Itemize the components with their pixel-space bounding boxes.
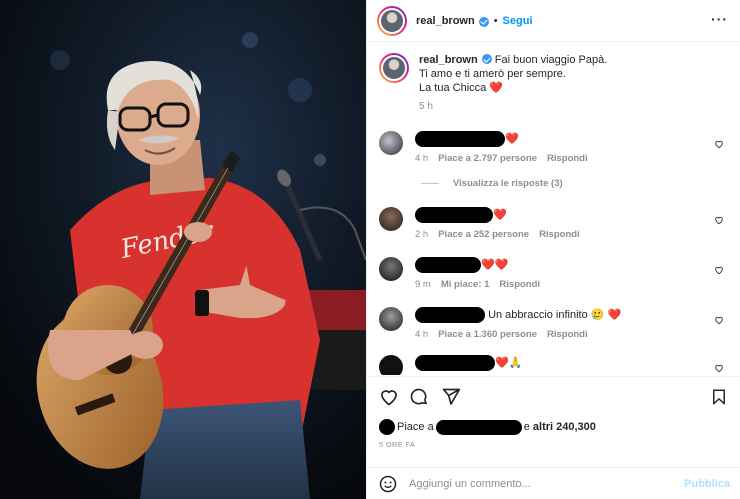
- post-header: real_brown • Segui ···: [367, 0, 740, 42]
- redacted-username: [415, 307, 485, 323]
- verified-badge-icon: [478, 16, 489, 27]
- comment-avatar[interactable]: [379, 257, 403, 281]
- comment-emoji: 🥲 ❤️: [590, 308, 622, 321]
- comment-emoji: ❤️❤️: [481, 258, 509, 271]
- reply-button[interactable]: Rispondi: [539, 229, 580, 240]
- comment-text: Un abbraccio infinito: [488, 308, 588, 321]
- comment-time[interactable]: 2 h: [415, 229, 428, 240]
- likes-others[interactable]: altri 240,300: [533, 421, 596, 433]
- caption-username[interactable]: real_brown: [419, 54, 478, 66]
- comment-input[interactable]: [409, 478, 669, 490]
- add-comment-bar: Pubblica: [367, 467, 740, 499]
- publish-button[interactable]: Pubblica: [684, 478, 730, 490]
- comment-emoji: ❤️: [505, 132, 519, 145]
- comment-avatar[interactable]: [379, 207, 403, 231]
- comments-list[interactable]: real_brown Fai buon viaggio Papà. Ti amo…: [367, 43, 740, 375]
- replies-line: [421, 183, 439, 184]
- post-photo[interactable]: Fender: [0, 0, 366, 499]
- comment-emoji: ❤️🙏: [495, 356, 523, 369]
- post-actions: Piace a e altri 240,300 5 ORE FA Pubblic…: [367, 376, 740, 499]
- reply-button[interactable]: Rispondi: [547, 329, 588, 340]
- heart-outline-icon[interactable]: [379, 387, 399, 407]
- view-replies-link[interactable]: Visualizza le risposte (3): [421, 178, 563, 189]
- comment-likes[interactable]: Piace a 2.797 persone: [438, 153, 537, 164]
- post-timestamp[interactable]: 5 ORE FA: [379, 440, 415, 449]
- follow-button[interactable]: Segui: [503, 15, 533, 27]
- comment-avatar[interactable]: [379, 355, 403, 375]
- redacted-liker: [435, 419, 522, 435]
- view-replies-label: Visualizza le risposte (3): [453, 178, 563, 189]
- action-icons: [379, 387, 730, 409]
- comment-likes[interactable]: Piace a 1.360 persone: [438, 329, 537, 340]
- comment-avatar[interactable]: [379, 307, 403, 331]
- likes-connector: e: [523, 421, 530, 433]
- comment-like-icon[interactable]: [714, 315, 724, 325]
- author-avatar[interactable]: [377, 5, 407, 36]
- comment-time[interactable]: 4 h: [415, 329, 428, 340]
- comment-like-icon[interactable]: [714, 265, 724, 275]
- comment-like-icon[interactable]: [714, 139, 724, 149]
- redacted-username: [415, 131, 505, 147]
- smiley-icon[interactable]: [379, 475, 397, 493]
- comment-item: ❤️ 4 h Piace a 2.797 persone Rispondi: [379, 131, 728, 164]
- author-username[interactable]: real_brown: [416, 15, 475, 27]
- comment-item: ❤️❤️ 9 m Mi piace: 1 Rispondi: [379, 257, 728, 290]
- post-image: Fender: [0, 0, 366, 499]
- comment-likes[interactable]: Mi piace: 1: [441, 279, 490, 290]
- caption-avatar[interactable]: [379, 53, 409, 83]
- redacted-username: [415, 355, 495, 371]
- caption-line-1: Fai buon viaggio Papà.: [494, 54, 608, 66]
- caption-line-2: Ti amo e ti amerò per sempre.: [419, 68, 566, 80]
- comment-time[interactable]: 4 h: [415, 153, 428, 164]
- header-separator: •: [493, 14, 498, 27]
- comment-avatar[interactable]: [379, 131, 403, 155]
- comment-item: ❤️🙏: [379, 355, 728, 375]
- bookmark-icon[interactable]: [710, 387, 728, 407]
- more-options-icon[interactable]: ···: [711, 11, 728, 27]
- comment-item: Un abbraccio infinito 🥲 ❤️ 4 h Piace a 1.…: [379, 307, 728, 340]
- comment-like-icon[interactable]: [714, 215, 724, 225]
- post-sidebar: real_brown • Segui ··· real_brown Fai bu…: [366, 0, 740, 499]
- comment-like-icon[interactable]: [714, 363, 724, 373]
- reply-button[interactable]: Rispondi: [499, 279, 540, 290]
- comment-bubble-icon[interactable]: [409, 387, 429, 407]
- redacted-username: [415, 207, 493, 223]
- caption-emoji: ❤️: [489, 82, 504, 94]
- post-caption: real_brown Fai buon viaggio Papà. Ti amo…: [379, 43, 728, 114]
- caption-line-3: La tua Chicca: [419, 82, 487, 94]
- caption-time[interactable]: 5 h: [419, 100, 607, 114]
- verified-badge-icon: [481, 54, 492, 64]
- reply-button[interactable]: Rispondi: [547, 153, 588, 164]
- comment-emoji: ❤️: [493, 208, 507, 221]
- likes-summary[interactable]: Piace a e altri 240,300: [379, 419, 596, 435]
- redacted-username: [415, 257, 481, 273]
- paper-plane-icon[interactable]: [441, 387, 461, 407]
- comment-time[interactable]: 9 m: [415, 279, 431, 290]
- likes-prefix: Piace a: [397, 421, 434, 433]
- comment-item: ❤️ 2 h Piace a 252 persone Rispondi: [379, 207, 728, 240]
- liker-avatar: [379, 419, 395, 435]
- comment-likes[interactable]: Piace a 252 persone: [438, 229, 529, 240]
